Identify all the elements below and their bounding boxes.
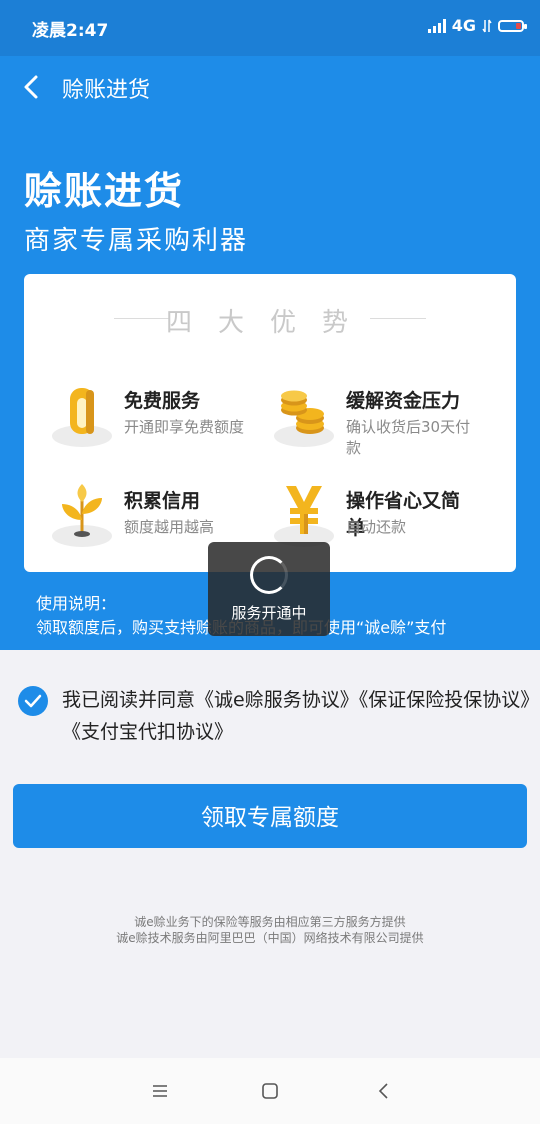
back-arrow-icon[interactable] bbox=[20, 74, 42, 100]
toast-text: 服务开通中 bbox=[231, 604, 307, 622]
advantage-desc: 开通即享免费额度 bbox=[124, 418, 245, 436]
system-nav-bar bbox=[0, 1058, 540, 1124]
yen-symbol-icon bbox=[274, 486, 334, 547]
battery-icon bbox=[498, 19, 527, 32]
signal-icon bbox=[427, 18, 446, 33]
footer-disclaimer: 诚e赊业务下的保险等服务由相应第三方服务方提供 诚e赊技术服务由阿里巴巴（中国）… bbox=[0, 914, 540, 946]
advantages-heading: 四大优势 bbox=[165, 308, 374, 338]
network-type: 4G bbox=[451, 16, 476, 35]
loading-spinner-icon bbox=[250, 556, 288, 594]
advantage-cash-relief: 缓解资金压力 确认收货后30天付款 bbox=[246, 374, 476, 457]
sprout-icon bbox=[52, 484, 112, 547]
advantage-desc: 自动还款 bbox=[346, 518, 407, 536]
home-icon[interactable] bbox=[259, 1080, 281, 1102]
advantage-title: 积累信用 bbox=[124, 490, 201, 512]
gold-bar-icon bbox=[52, 388, 112, 447]
advantage-title: 免费服务 bbox=[124, 390, 201, 412]
advantage-title: 缓解资金压力 bbox=[346, 390, 461, 412]
claim-quota-button[interactable]: 领取专属额度 bbox=[13, 784, 527, 848]
menu-icon[interactable] bbox=[149, 1080, 171, 1102]
footer-line-1: 诚e赊业务下的保险等服务由相应第三方服务方提供 bbox=[134, 915, 406, 929]
advantage-free-service: 免费服务 开通即享免费额度 bbox=[24, 374, 254, 454]
status-time: 凌晨2:47 bbox=[32, 21, 109, 41]
status-icons: 4G bbox=[427, 16, 527, 35]
checkbox-checked-icon[interactable] bbox=[18, 686, 48, 716]
footer-line-2: 诚e赊技术服务由阿里巴巴（中国）网络技术有限公司提供 bbox=[116, 931, 424, 945]
coin-stack-icon bbox=[274, 390, 334, 447]
advantages-card: 四大优势 免费服务 开通即享免费额度 缓解资金压力 确认收货后30天付款 积累信… bbox=[24, 274, 516, 572]
nav-bar: 赊账进货 bbox=[0, 56, 540, 118]
agreement-text[interactable]: 我已阅读并同意《诚e赊服务协议》《保证保险投保协议》《支付宝代扣协议》 bbox=[62, 684, 534, 748]
advantage-desc: 额度越用越高 bbox=[124, 518, 215, 536]
back-icon[interactable] bbox=[373, 1080, 395, 1102]
usage-label: 使用说明： bbox=[36, 594, 117, 613]
hero-subtitle: 商家专属采购利器 bbox=[24, 226, 249, 256]
hero-title: 赊账进货 bbox=[24, 169, 185, 213]
data-transfer-icon bbox=[482, 19, 492, 32]
advantage-desc: 确认收货后30天付款 bbox=[346, 418, 471, 457]
status-bar: 凌晨2:47 4G bbox=[0, 0, 540, 56]
loading-toast: 服务开通中 bbox=[208, 542, 330, 636]
nav-title: 赊账进货 bbox=[62, 78, 151, 103]
